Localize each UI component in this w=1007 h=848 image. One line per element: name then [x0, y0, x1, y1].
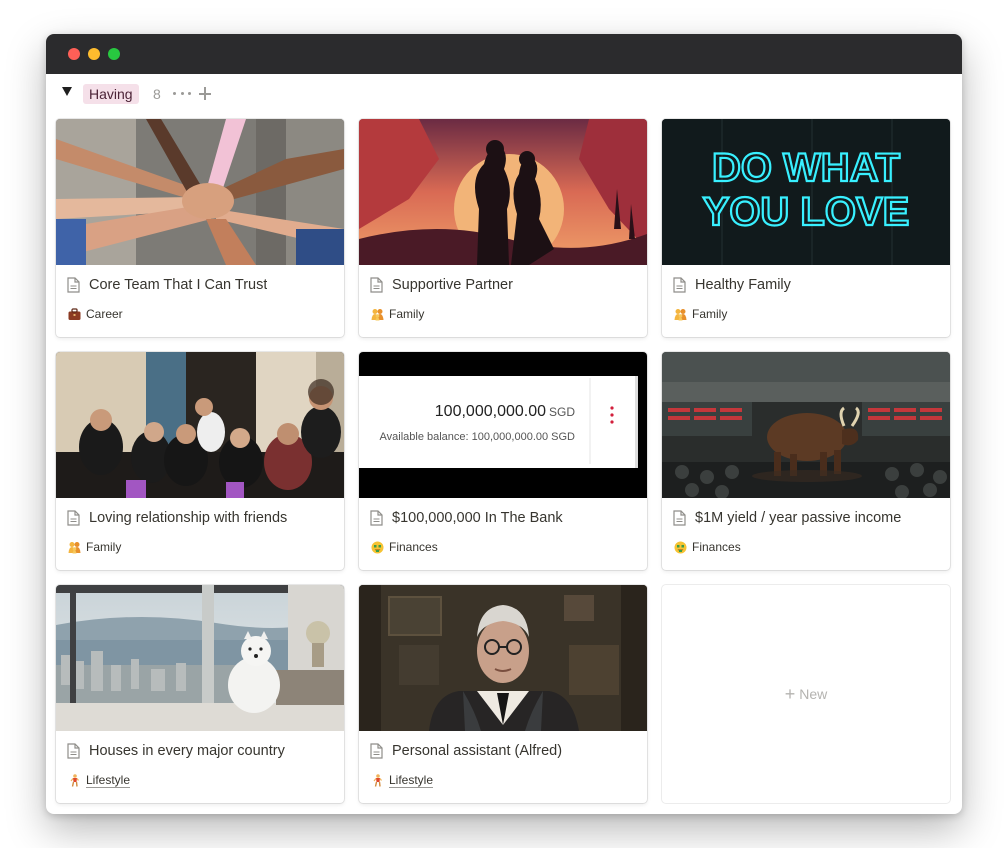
group-count: 8 [153, 86, 161, 102]
family-emoji-icon [371, 308, 384, 320]
card-tag: Career [68, 306, 123, 322]
card-title: Core Team That I Can Trust [89, 277, 268, 293]
page-icon [67, 510, 80, 526]
tag-label: Career [86, 307, 123, 321]
card-tag: Finances [371, 539, 438, 555]
card-cover-image [56, 352, 344, 498]
card-tag: Family [371, 306, 424, 322]
balance-currency: SGD [549, 405, 575, 419]
card-cover-image: DO WHAT YOU LOVE [662, 119, 950, 265]
neon-text-line1: DO WHAT [712, 146, 900, 190]
page-icon [673, 277, 686, 293]
card-title: Houses in every major country [89, 743, 285, 759]
card-tag: Family [674, 306, 727, 322]
tag-label: Family [389, 307, 425, 321]
card-title-row: Houses in every major country [67, 741, 334, 761]
tag-label: Family [692, 307, 728, 321]
card-title-row: Healthy Family [673, 275, 940, 295]
neon-text-line2: YOU LOVE [703, 190, 910, 234]
card-cover-image [56, 585, 344, 731]
card-title-row: $100,000,000 In The Bank [370, 508, 637, 528]
gallery-card[interactable]: Houses in every major country Lifestyle [56, 585, 344, 803]
gallery-card[interactable]: 100,000,000.00 SGD Available balance: 10… [359, 352, 647, 570]
person-emoji-icon [70, 773, 79, 787]
briefcase-emoji-icon [68, 307, 81, 320]
gallery-card[interactable]: Supportive Partner Family [359, 119, 647, 337]
plus-icon: + [784, 684, 796, 704]
title-bar [46, 34, 962, 74]
card-title-row: $1M yield / year passive income [673, 508, 940, 528]
gallery-card[interactable]: Personal assistant (Alfred) Lifestyle [359, 585, 647, 803]
new-card-label: New [799, 686, 828, 702]
group-tag[interactable]: Having [83, 84, 139, 104]
card-title-row: Core Team That I Can Trust [67, 275, 334, 295]
card-tag: Lifestyle [68, 772, 131, 788]
card-cover-image [359, 585, 647, 731]
card-title-row: Supportive Partner [370, 275, 637, 295]
page-icon [673, 510, 686, 526]
more-options-icon[interactable] [173, 83, 191, 103]
card-tag: Finances [674, 539, 741, 555]
gallery-card[interactable]: $1M yield / year passive income Finances [662, 352, 950, 570]
new-card-button[interactable]: + New [662, 585, 950, 803]
card-title: Supportive Partner [392, 277, 513, 293]
money-face-emoji-icon [674, 541, 687, 553]
page-icon [370, 277, 383, 293]
card-title: $1M yield / year passive income [695, 510, 902, 526]
card-cover-image [662, 352, 950, 498]
card-cover-image [359, 119, 647, 265]
card-title: $100,000,000 In The Bank [392, 510, 563, 526]
balance-amount: 100,000,000.00 [435, 403, 546, 420]
person-emoji-icon [373, 773, 382, 787]
page-icon [370, 510, 383, 526]
gallery-card[interactable]: DO WHAT YOU LOVE Healthy Family Family [662, 119, 950, 337]
maximize-window-button[interactable] [108, 48, 120, 60]
minimize-window-button[interactable] [88, 48, 100, 60]
card-title: Healthy Family [695, 277, 791, 293]
app-window: Having 8 Core Team That I Can Trust Care… [46, 34, 962, 814]
balance-caption: Available balance: 100,000,000.00 SGD [380, 431, 576, 443]
card-title: Personal assistant (Alfred) [392, 743, 563, 759]
card-cover-image: 100,000,000.00 SGD Available balance: 10… [359, 352, 647, 498]
gallery-card[interactable]: Core Team That I Can Trust Career [56, 119, 344, 337]
tag-label: Finances [692, 540, 741, 554]
tag-label[interactable]: Lifestyle [389, 773, 434, 788]
money-face-emoji-icon [371, 541, 384, 553]
page-icon [67, 277, 80, 293]
board-group-header: Having 8 [46, 74, 962, 114]
card-tag: Lifestyle [371, 772, 434, 788]
family-emoji-icon [68, 541, 81, 553]
page-icon [67, 743, 80, 759]
tag-label: Family [86, 540, 122, 554]
close-window-button[interactable] [68, 48, 80, 60]
page-icon [370, 743, 383, 759]
family-emoji-icon [674, 308, 687, 320]
card-title: Loving relationship with friends [89, 510, 288, 526]
card-title-row: Loving relationship with friends [67, 508, 334, 528]
card-tag: Family [68, 539, 121, 555]
add-page-icon[interactable] [198, 82, 212, 102]
tag-label[interactable]: Lifestyle [86, 773, 131, 788]
card-title-row: Personal assistant (Alfred) [370, 741, 637, 761]
gallery-card[interactable]: Loving relationship with friends Family [56, 352, 344, 570]
tag-label: Finances [389, 540, 438, 554]
collapse-toggle-icon[interactable] [62, 87, 72, 96]
card-cover-image [56, 119, 344, 265]
